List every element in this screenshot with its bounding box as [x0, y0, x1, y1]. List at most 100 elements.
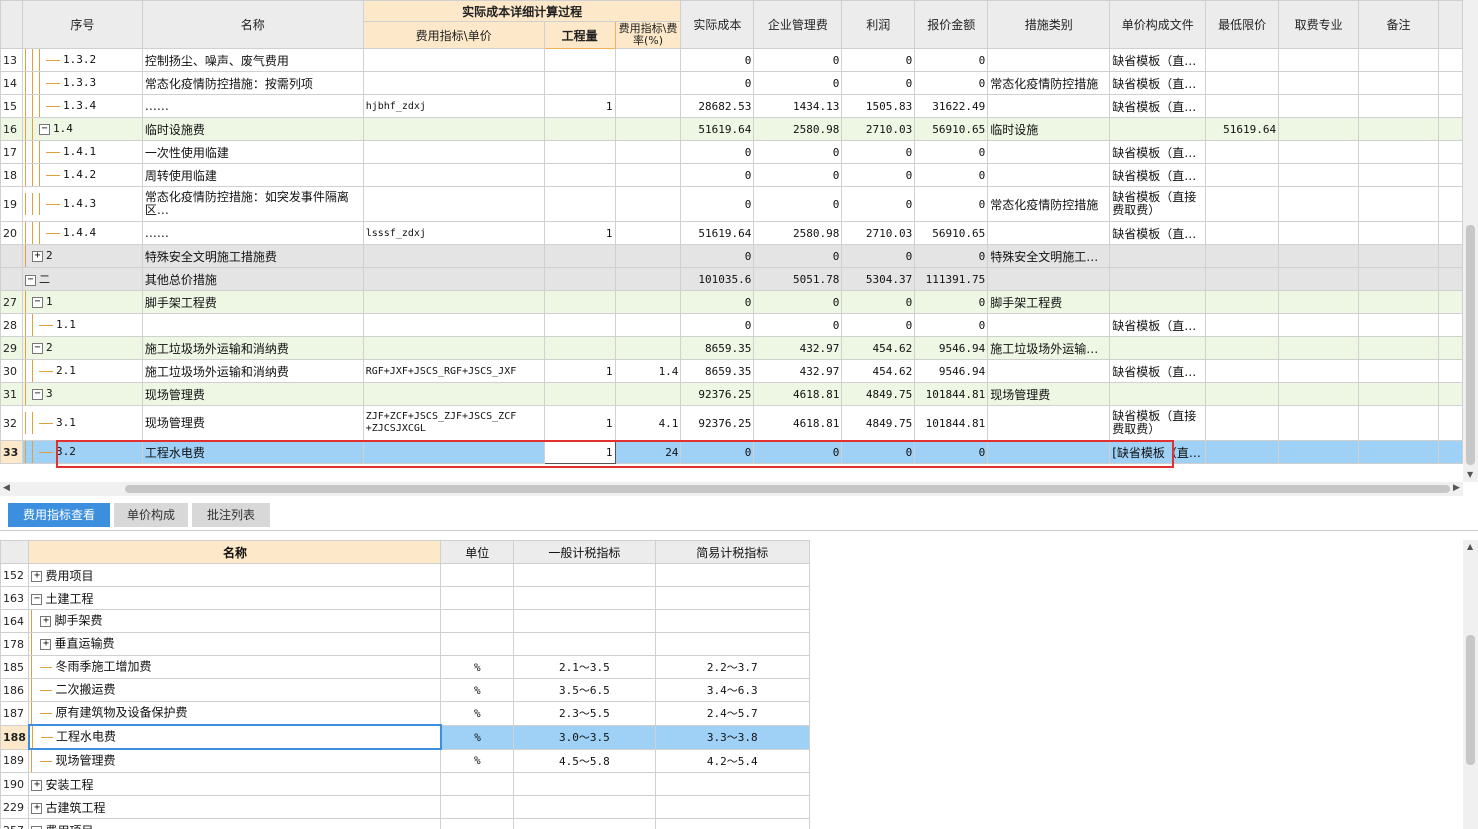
indicator-simple-cell[interactable]	[654, 818, 810, 829]
indicator-simple-cell[interactable]	[654, 609, 810, 633]
indicator-general-cell[interactable]: 3.0～3.5	[513, 724, 656, 750]
indicator-unit-cell[interactable]: %	[440, 701, 515, 726]
remark-cell[interactable]	[1358, 382, 1439, 406]
quantity-cell[interactable]	[543, 163, 616, 187]
indicator-unit-cell[interactable]: %	[440, 655, 515, 679]
indicator-simple-cell[interactable]: 2.2～3.7	[654, 655, 810, 679]
remark-cell[interactable]	[1358, 140, 1439, 164]
row-number[interactable]: 16	[0, 117, 23, 141]
collapse-icon[interactable]: −	[31, 593, 43, 605]
quote-cell[interactable]: 56910.65	[914, 117, 989, 141]
expand-icon[interactable]: +	[40, 615, 52, 627]
measure-type-cell[interactable]	[987, 405, 1111, 441]
quantity-cell[interactable]	[543, 267, 616, 291]
actual-cost-cell[interactable]: 0	[680, 313, 755, 337]
quote-cell[interactable]: 0	[914, 48, 989, 72]
specialty-cell[interactable]	[1278, 71, 1360, 95]
rate-cell[interactable]	[614, 117, 682, 141]
indicator-unit-cell[interactable]	[440, 772, 515, 796]
quote-cell[interactable]: 111391.75	[914, 267, 989, 291]
rate-cell[interactable]	[614, 382, 682, 406]
unit-price-file-cell[interactable]	[1109, 244, 1207, 268]
seq-cell[interactable]: 1.3.3	[21, 71, 143, 95]
measure-type-cell[interactable]	[987, 163, 1111, 187]
remark-cell[interactable]	[1358, 71, 1439, 95]
name-cell[interactable]: 一次性使用临建	[141, 140, 364, 164]
indicator-general-cell[interactable]	[513, 609, 656, 633]
indicator-simple-cell[interactable]: 4.2～5.4	[654, 748, 810, 773]
row-number[interactable]: 27	[0, 290, 23, 314]
min-price-cell[interactable]	[1205, 440, 1280, 464]
mgmt-fee-cell[interactable]: 2580.98	[753, 221, 843, 245]
indicator-unit-cell[interactable]	[440, 632, 515, 656]
row-number[interactable]: 17	[0, 140, 23, 164]
top-vertical-scrollbar[interactable]: ▼	[1463, 0, 1478, 482]
indicator-unit-cell[interactable]: %	[440, 678, 515, 702]
indicator-unit-cell[interactable]	[440, 563, 515, 587]
quote-cell[interactable]: 101844.81	[914, 405, 989, 441]
indicator-name-cell[interactable]: 原有建筑物及设备保护费	[28, 701, 442, 726]
header-min-price[interactable]: 最低限价	[1205, 0, 1280, 49]
grid-row[interactable]: 30 2.1 施工垃圾场外运输和消纳费 RGF+JXF+JSCS_RGF+JSCS_J…	[0, 359, 1463, 383]
row-number[interactable]: 186	[0, 678, 30, 702]
specialty-cell[interactable]	[1278, 48, 1360, 72]
seq-cell[interactable]: 1.4.4	[21, 221, 143, 245]
grid-row[interactable]: 19 1.4.3 常态化疫情防控措施：如突发事件隔离区… 0 0 0 0 常态化疫情防控措施缺…	[0, 186, 1463, 222]
indicator-row[interactable]: 186 二次搬运费% 3.5～6.5 3.4～6.3	[0, 678, 810, 702]
name-cell[interactable]: ……	[141, 94, 364, 118]
quantity-cell[interactable]: 1	[543, 94, 616, 118]
indicator-simple-cell[interactable]	[654, 563, 810, 587]
min-price-cell[interactable]	[1205, 140, 1280, 164]
rate-cell[interactable]	[614, 163, 682, 187]
top-horizontal-scroll-thumb[interactable]	[125, 485, 1450, 493]
profit-cell[interactable]: 454.62	[841, 336, 916, 360]
indicator-row[interactable]: 188 工程水电费% 3.0～3.5 3.3～3.8	[0, 724, 810, 750]
indicator-unit-cell[interactable]	[440, 609, 515, 633]
indicator-simple-cell[interactable]: 3.3～3.8	[654, 724, 810, 750]
mgmt-fee-cell[interactable]: 432.97	[753, 359, 843, 383]
unit-price-file-cell[interactable]: 缺省模板（直…	[1109, 221, 1207, 245]
quantity-cell[interactable]: 1	[543, 221, 616, 245]
name-cell[interactable]: 现场管理费	[141, 405, 364, 441]
actual-cost-cell[interactable]: 51619.64	[680, 221, 755, 245]
header-mgmt-fee[interactable]: 企业管理费	[753, 0, 843, 49]
seq-cell[interactable]: 3.1	[21, 405, 143, 441]
rate-cell[interactable]	[614, 94, 682, 118]
quantity-cell[interactable]	[543, 336, 616, 360]
header-quantity[interactable]: 工程量	[543, 21, 616, 49]
indicator-general-cell[interactable]	[513, 632, 656, 656]
indicator-general-cell[interactable]	[513, 772, 656, 796]
row-number[interactable]: 28	[0, 313, 23, 337]
profit-cell[interactable]: 4849.75	[841, 405, 916, 441]
actual-cost-cell[interactable]: 0	[680, 48, 755, 72]
min-price-cell[interactable]	[1205, 405, 1280, 441]
min-price-cell[interactable]	[1205, 94, 1280, 118]
remark-cell[interactable]	[1358, 186, 1439, 222]
header-remark[interactable]: 备注	[1358, 0, 1439, 49]
row-number[interactable]: 187	[0, 701, 30, 726]
scroll-right-arrow-icon[interactable]: ▶	[1453, 483, 1460, 493]
rate-cell[interactable]	[614, 48, 682, 72]
collapse-icon[interactable]: −	[31, 296, 43, 308]
indicator-row[interactable]: 229 + 古建筑工程	[0, 795, 810, 819]
measure-type-cell[interactable]	[987, 94, 1111, 118]
unit-price-file-cell[interactable]	[1109, 290, 1207, 314]
min-price-cell[interactable]	[1205, 267, 1280, 291]
row-number[interactable]: 30	[0, 359, 23, 383]
mgmt-fee-cell[interactable]: 4618.81	[753, 382, 843, 406]
indicator-simple-cell[interactable]: 3.4～6.3	[654, 678, 810, 702]
measure-type-cell[interactable]	[987, 313, 1111, 337]
actual-cost-cell[interactable]: 0	[680, 186, 755, 222]
indicator-unit-cell[interactable]: lsssf_zdxj	[362, 221, 545, 245]
specialty-cell[interactable]	[1278, 336, 1360, 360]
grid-row[interactable]: 20 1.4.4 …… lsssf_zdxj 1 51619.64 2580.98 2710.…	[0, 221, 1463, 245]
quantity-cell[interactable]	[543, 48, 616, 72]
actual-cost-cell[interactable]: 101035.6	[680, 267, 755, 291]
grid-row[interactable]: 28 1.1 0 0 0 0 缺省模板（直…	[0, 313, 1463, 337]
min-price-cell[interactable]	[1205, 186, 1280, 222]
quantity-cell[interactable]	[543, 382, 616, 406]
indicator-name-cell[interactable]: 二次搬运费	[28, 678, 442, 702]
profit-cell[interactable]: 0	[841, 71, 916, 95]
indicator-name-cell[interactable]: + 古建筑工程	[28, 795, 442, 819]
grid-row[interactable]: 27−1 脚手架工程费 0 0 0 0 脚手架工程费	[0, 290, 1463, 314]
